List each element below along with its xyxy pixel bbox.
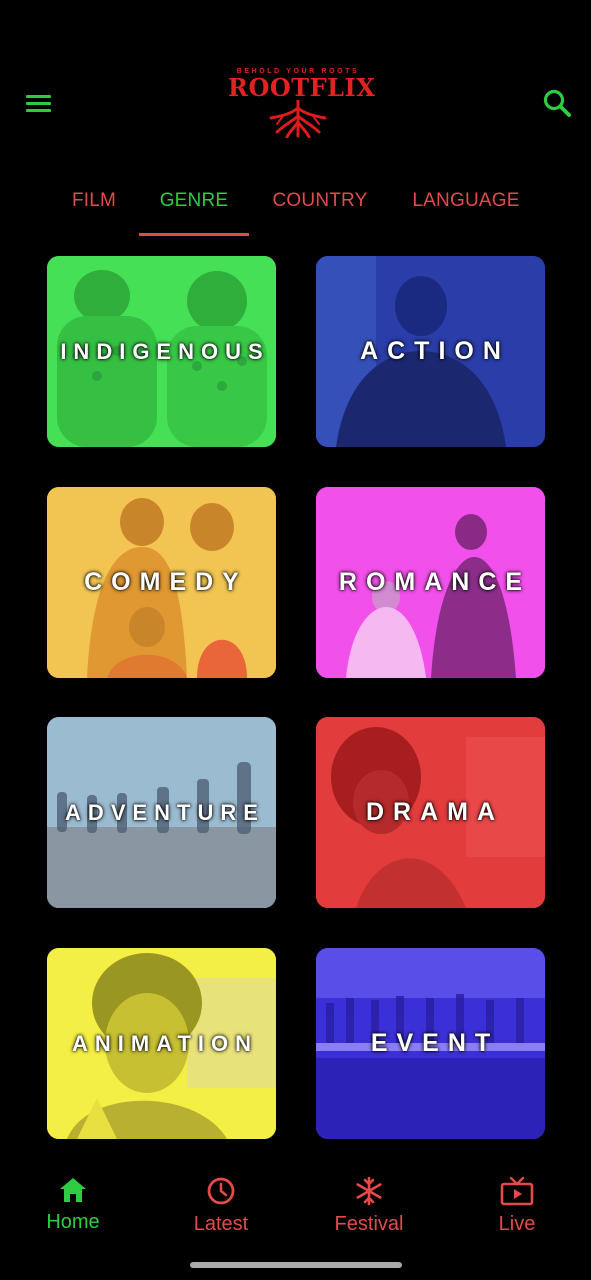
nav-home-label: Home bbox=[46, 1211, 100, 1233]
nav-live[interactable]: Live bbox=[462, 1176, 572, 1236]
genre-label: COMEDY bbox=[84, 568, 248, 596]
genre-label: ROMANCE bbox=[338, 568, 532, 596]
genre-card-comedy[interactable]: COMEDY bbox=[47, 487, 276, 678]
genre-label: INDIGENOUS bbox=[60, 338, 270, 364]
genre-card-event[interactable]: EVENT bbox=[316, 948, 545, 1139]
genre-card-adventure[interactable]: ADVENTURE bbox=[47, 717, 276, 908]
home-icon bbox=[60, 1178, 86, 1202]
nav-latest[interactable]: Latest bbox=[166, 1176, 276, 1236]
home-indicator[interactable] bbox=[190, 1262, 402, 1268]
genre-card-animation[interactable]: ANIMATION bbox=[47, 948, 276, 1139]
nav-festival[interactable]: Festival bbox=[314, 1176, 424, 1236]
snowflake-icon bbox=[356, 1176, 382, 1206]
genre-label: ANIMATION bbox=[71, 1030, 259, 1056]
genre-label: ADVENTURE bbox=[65, 799, 265, 825]
clock-icon bbox=[207, 1177, 235, 1205]
genre-card-drama[interactable]: DRAMA bbox=[316, 717, 545, 908]
genre-card-action[interactable]: ACTION bbox=[316, 256, 545, 447]
genre-label: DRAMA bbox=[365, 798, 505, 826]
nav-festival-label: Festival bbox=[334, 1213, 404, 1235]
nav-home[interactable]: Home bbox=[18, 1176, 128, 1234]
genre-grid: INDIGENOUS ACTION COMEDY ROMANCE ADVENTU… bbox=[0, 0, 591, 1150]
genre-label: EVENT bbox=[370, 1029, 500, 1057]
genre-label: ACTION bbox=[360, 337, 510, 365]
nav-latest-label: Latest bbox=[193, 1213, 249, 1235]
genre-card-indigenous[interactable]: INDIGENOUS bbox=[47, 256, 276, 447]
nav-live-label: Live bbox=[498, 1213, 536, 1235]
genre-card-romance[interactable]: ROMANCE bbox=[316, 487, 545, 678]
tv-play-icon bbox=[500, 1176, 534, 1206]
